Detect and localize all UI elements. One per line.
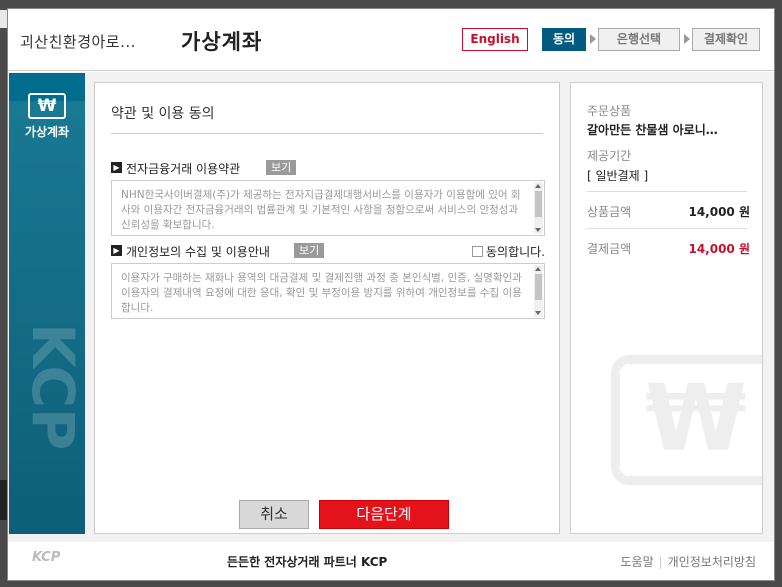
checkbox-icon[interactable] [471, 246, 483, 257]
price-label: 상품금액 [587, 205, 632, 219]
period-label: 제공기간 [587, 149, 632, 163]
product-name: 갈아만든 찬물샘 아로니… [587, 123, 718, 137]
term-row-efinance: ▶ 전자금융거래 이용약관 보기 [111, 160, 545, 178]
view-privacy-button[interactable]: 보기 [294, 243, 325, 258]
term-label: 전자금융거래 이용약관 [126, 162, 241, 176]
scroll-down-icon[interactable] [535, 311, 541, 315]
page-title: 가상계좌 [181, 30, 263, 54]
period-value: [ 일반결제 ] [587, 169, 649, 183]
privacy-policy-link[interactable]: 개인정보처리방침 [668, 555, 756, 569]
order-summary-panel: 주문상품 갈아만든 찬물샘 아로니… 제공기간 [ 일반결제 ] 상품금액 14… [570, 82, 763, 534]
pay-amount-value: 14,000 원 [688, 242, 750, 256]
terms-panel: 약관 및 이용 동의 ▶ 전자금융거래 이용약관 보기 NHN한국사이버결제(주… [94, 82, 560, 534]
divider [587, 191, 747, 192]
step-agree: 동의 [542, 28, 586, 51]
payment-dialog: 괴산친환경아로... 가상계좌 English 동의 은행선택 결제확인 ₩ 가… [7, 8, 775, 581]
link-separator: | [658, 555, 663, 569]
bullet-arrow-icon: ▶ [111, 245, 122, 256]
term-label: 개인정보의 수집 및 이용안내 [126, 245, 270, 259]
terms-textbox[interactable]: NHN한국사이버결제(주)가 제공하는 전자지급결제대행서비스를 이용자가 이용… [111, 180, 545, 236]
next-step-button[interactable]: 다음단계 [319, 500, 449, 529]
won-watermark-icon: ₩ [611, 355, 762, 485]
agree-checkbox[interactable]: 동의합니다. [471, 243, 545, 260]
dialog-header: 괴산친환경아로... 가상계좌 English 동의 은행선택 결제확인 [8, 9, 774, 71]
terms-text: NHN한국사이버결제(주)가 제공하는 전자지급결제대행서비스를 이용자가 이용… [121, 189, 521, 231]
price-value: 14,000 원 [688, 205, 750, 219]
cancel-button[interactable]: 취소 [239, 500, 309, 529]
kcp-watermark: KCP [19, 323, 85, 451]
brand-sidebar: ₩ 가상계좌 KCP [9, 73, 85, 534]
pay-amount-label: 결제금액 [587, 242, 632, 256]
help-link[interactable]: 도움말 [621, 555, 654, 569]
brand-label: 가상계좌 [24, 125, 70, 139]
step-arrow-icon [590, 34, 596, 44]
step-arrow-icon [684, 34, 690, 44]
divider [587, 228, 747, 229]
step-bank-select: 은행선택 [598, 28, 680, 51]
scroll-up-icon[interactable] [535, 267, 541, 271]
won-icon: ₩ [28, 93, 66, 119]
privacy-textbox[interactable]: 이용자가 구매하는 재화나 용역의 대금결제 및 결제진행 과정 중 본인식별,… [111, 263, 545, 319]
bullet-arrow-icon: ▶ [111, 162, 122, 173]
scroll-up-icon[interactable] [535, 184, 541, 188]
dialog-content: ₩ 가상계좌 KCP 약관 및 이용 동의 ▶ 전자금융거래 이용약관 보기 N… [8, 72, 774, 542]
merchant-name: 괴산친환경아로... [20, 33, 136, 51]
footer-links: 도움말 | 개인정보처리방침 [621, 553, 757, 570]
scroll-thumb[interactable] [535, 274, 542, 300]
dialog-footer: KCP 든든한 전자상거래 파트너 KCP 도움말 | 개인정보처리방침 [8, 542, 774, 580]
step-confirm: 결제확인 [692, 28, 760, 51]
agree-label: 동의합니다. [485, 245, 545, 259]
kcp-logo: KCP [32, 550, 61, 565]
footer-tagline: 든든한 전자상거래 파트너 KCP [227, 555, 388, 569]
term-row-privacy: ▶ 개인정보의 수집 및 이용안내 보기 동의합니다. [111, 243, 545, 261]
view-terms-button[interactable]: 보기 [266, 160, 297, 175]
product-label: 주문상품 [587, 104, 632, 118]
scrollbar[interactable] [534, 265, 543, 317]
terms-section-title: 약관 및 이용 동의 [111, 103, 543, 134]
english-button[interactable]: English [462, 28, 528, 51]
scroll-down-icon[interactable] [535, 228, 541, 232]
scrollbar[interactable] [534, 182, 543, 234]
privacy-text: 이용자가 구매하는 재화나 용역의 대금결제 및 결제진행 과정 중 본인식별,… [121, 272, 522, 314]
scroll-thumb[interactable] [535, 191, 542, 217]
